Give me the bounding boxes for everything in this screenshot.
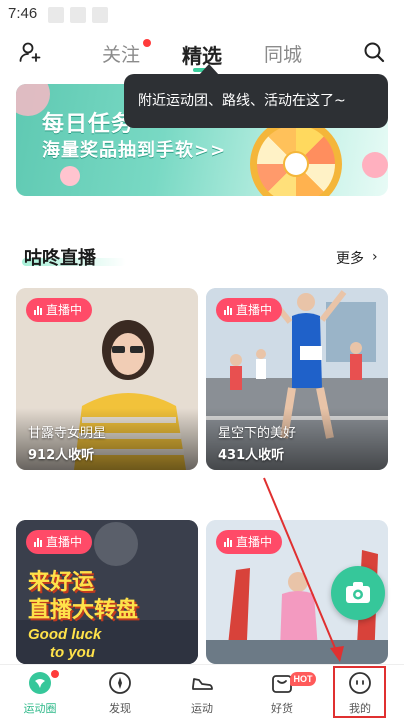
banner-subheadline: 海量奖品抽到手软>>	[42, 140, 227, 161]
card-overlay-text: to you	[50, 644, 95, 661]
card-title: 星空下的美好	[218, 426, 297, 441]
search-icon[interactable]	[362, 40, 386, 64]
status-icon	[48, 7, 64, 23]
tab-nearby[interactable]: 同城	[264, 40, 302, 67]
nav-label: 运动圈	[23, 702, 57, 715]
nav-sport[interactable]: 运动	[172, 665, 232, 720]
flower-decoration	[60, 166, 80, 186]
status-time: 7:46	[8, 5, 38, 22]
tab-following[interactable]: 关注	[102, 40, 140, 67]
status-bar: 7:46	[0, 0, 404, 30]
compass-icon	[109, 672, 131, 694]
live-badge: 直播中	[26, 298, 93, 322]
live-bars-icon	[34, 537, 42, 547]
live-card[interactable]: 直播中 星空下的美好 431人收听	[206, 288, 388, 470]
live-card[interactable]: 直播中 来好运 直播大转盘 Good luck to you	[16, 520, 198, 664]
nav-sport-circle[interactable]: 运动圈	[10, 665, 70, 720]
annotation-highlight-box	[333, 666, 386, 718]
live-badge: 直播中	[26, 530, 93, 554]
sport-circle-icon	[29, 672, 51, 694]
prize-wheel-image	[250, 118, 342, 196]
card-overlay-text: 直播大转盘	[28, 598, 139, 623]
live-card[interactable]: 直播中 甘露寺女明星 912人收听	[16, 288, 198, 470]
hot-badge: HOT	[290, 672, 316, 686]
nearby-tooltip[interactable]: 附近运动团、路线、活动在这了~	[124, 74, 388, 128]
card-listeners: 431人收听	[218, 448, 285, 463]
card-listeners: 912人收听	[28, 448, 95, 463]
nav-label: 好货	[271, 702, 293, 715]
live-bars-icon	[224, 537, 232, 547]
sneaker-icon	[192, 678, 213, 690]
banner-headline: 每日任务	[42, 112, 135, 137]
section-title: 咕咚直播	[24, 248, 96, 269]
card-overlay-text: Good luck	[28, 626, 102, 643]
live-bars-icon	[34, 305, 42, 315]
chevron-right-icon[interactable]: ›	[372, 249, 378, 265]
nav-label: 发现	[109, 702, 131, 715]
flower-decoration	[362, 152, 388, 178]
camera-icon	[346, 582, 370, 603]
status-icon	[70, 7, 86, 23]
live-badge: 直播中	[216, 298, 283, 322]
nav-label: 运动	[191, 702, 213, 715]
unread-dot	[143, 39, 151, 47]
more-link[interactable]: 更多	[336, 248, 364, 268]
camera-button[interactable]	[331, 566, 385, 620]
live-badge: 直播中	[216, 530, 283, 554]
status-icon	[92, 7, 108, 23]
nav-discover[interactable]: 发现	[90, 665, 150, 720]
live-bars-icon	[224, 305, 232, 315]
notification-dot	[51, 670, 59, 678]
card-title: 甘露寺女明星	[28, 426, 107, 441]
add-friend-icon[interactable]	[18, 40, 42, 64]
